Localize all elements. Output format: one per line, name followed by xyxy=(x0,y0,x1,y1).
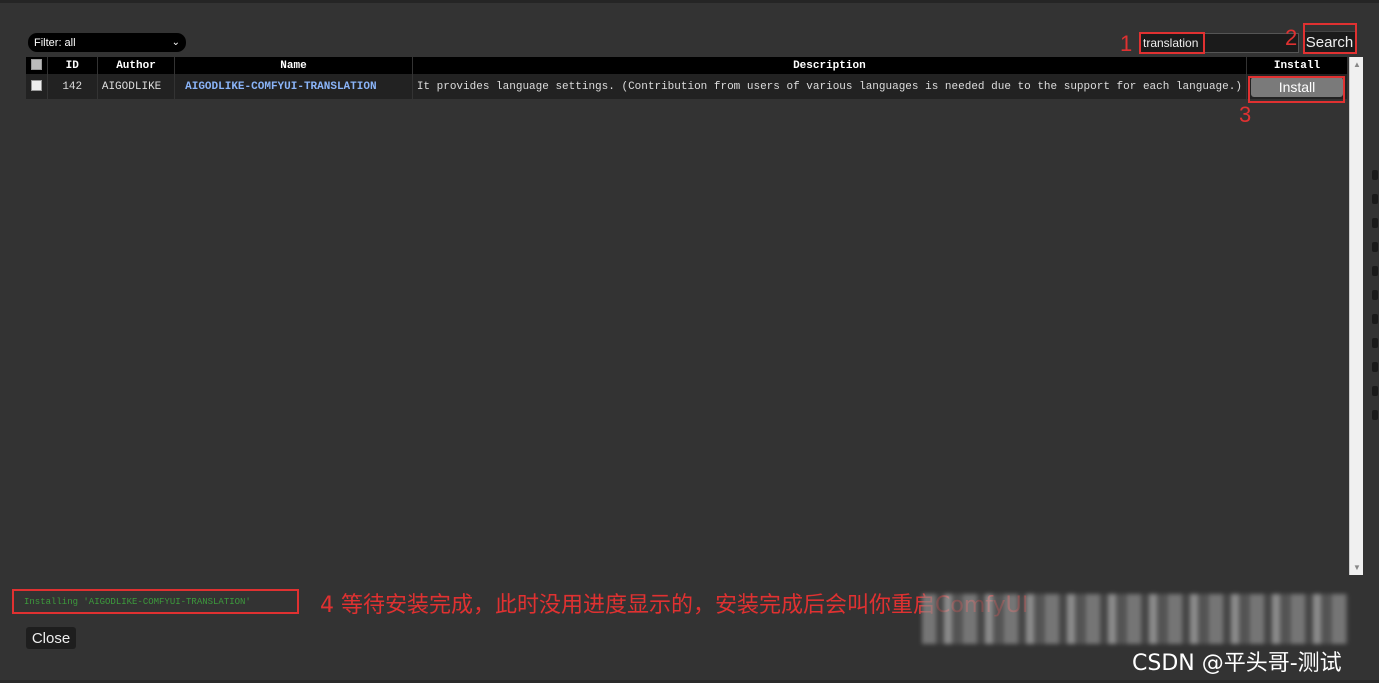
row-checkbox[interactable] xyxy=(30,80,42,92)
column-header-install: Install xyxy=(1246,57,1349,74)
right-edge-decoration xyxy=(1372,170,1379,470)
filter-select-value: Filter: all xyxy=(34,36,76,49)
annotation-box-install-button xyxy=(1248,76,1345,103)
column-header-id: ID xyxy=(47,57,98,74)
filter-select[interactable]: Filter: all ⌄ xyxy=(28,33,186,52)
column-header-description: Description xyxy=(412,57,1247,74)
row-select-cell xyxy=(26,74,48,99)
annotation-step-1: 1 xyxy=(1120,31,1133,56)
scroll-up-icon[interactable]: ▲ xyxy=(1352,60,1362,69)
chevron-down-icon: ⌄ xyxy=(171,37,180,48)
row-id: 142 xyxy=(47,74,98,99)
custom-nodes-table: ID Author Name Description Install 142 A… xyxy=(26,57,1349,99)
table-row: 142 AIGODLIKE AIGODLIKE-COMFYUI-TRANSLAT… xyxy=(26,74,1349,99)
column-header-name: Name xyxy=(174,57,413,74)
select-all-checkbox[interactable] xyxy=(30,59,42,71)
table-scrollbar[interactable]: ▲ ▼ xyxy=(1349,57,1363,575)
annotation-box-search-button xyxy=(1303,23,1357,54)
annotation-box-search-input xyxy=(1139,32,1205,54)
annotation-box-status xyxy=(12,589,299,614)
scroll-down-icon[interactable]: ▼ xyxy=(1352,563,1362,572)
watermark: CSDN @平头哥-测试 xyxy=(1132,651,1342,676)
row-description: It provides language settings. (Contribu… xyxy=(412,74,1247,99)
select-all-header xyxy=(26,57,48,74)
row-author: AIGODLIKE xyxy=(97,74,176,99)
annotation-step-2: 2 xyxy=(1285,25,1298,50)
row-name-link[interactable]: AIGODLIKE-COMFYUI-TRANSLATION xyxy=(185,81,376,93)
close-button[interactable]: Close xyxy=(26,627,76,649)
table-header-row: ID Author Name Description Install xyxy=(26,57,1349,74)
pixelated-redaction xyxy=(922,594,1348,644)
column-header-author: Author xyxy=(97,57,176,74)
top-border xyxy=(0,0,1379,3)
annotation-step-3: 3 xyxy=(1239,102,1252,127)
